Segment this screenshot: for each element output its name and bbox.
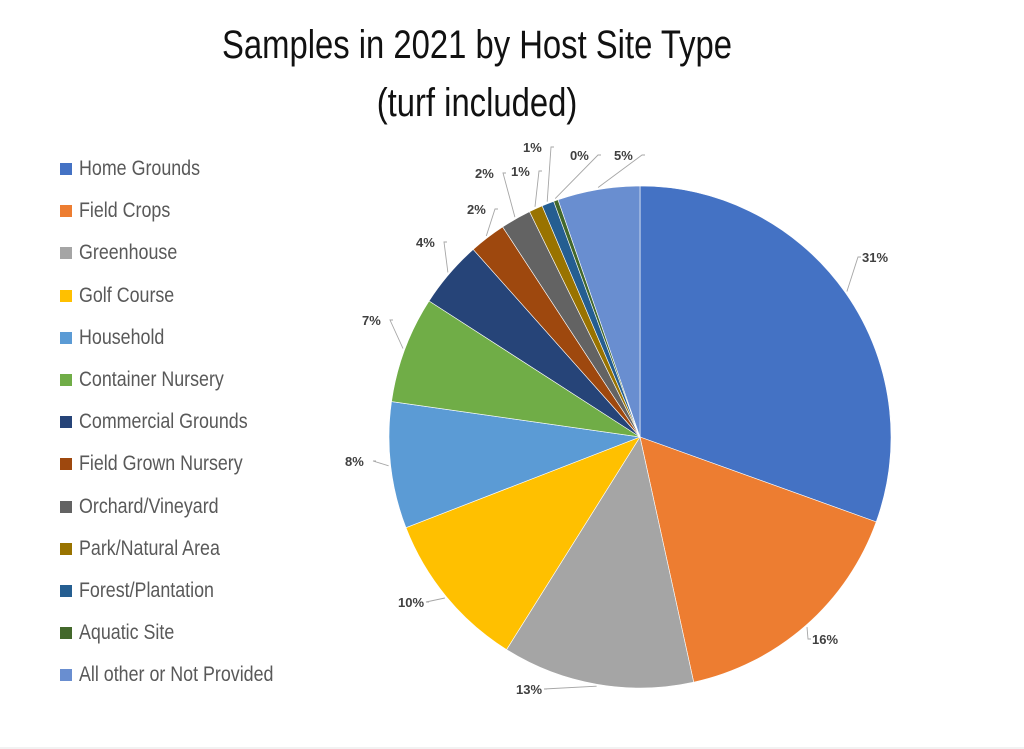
data-label-forest-plantation: 1%	[523, 140, 542, 155]
data-label-home-grounds: 31%	[862, 250, 888, 265]
data-label-aquatic-site: 0%	[570, 148, 589, 163]
leader-line	[806, 627, 811, 640]
data-label-orchard-vineyard: 2%	[475, 166, 494, 181]
leader-line	[543, 685, 597, 690]
data-label-greenhouse: 13%	[516, 682, 542, 697]
data-label-golf-course: 10%	[398, 595, 424, 610]
pie-chart: 31% 16% 13% 10% 8% 7% 4% 2% 2% 1% 1% 0% 5%	[345, 140, 892, 697]
pie-slices	[388, 185, 892, 689]
data-label-field-grown-nursery: 2%	[467, 202, 486, 217]
leader-line	[443, 241, 449, 273]
leader-line	[372, 460, 389, 467]
data-label-all-other-or-not-provided: 5%	[614, 148, 633, 163]
leader-line	[389, 319, 404, 349]
leader-line	[846, 256, 861, 292]
leader-line	[534, 170, 542, 207]
leader-line	[546, 146, 554, 202]
data-label-park-natural-area: 1%	[511, 164, 530, 179]
data-label-container-nursery: 7%	[362, 313, 381, 328]
leader-line	[502, 172, 516, 218]
data-label-commercial-grounds: 4%	[416, 235, 435, 250]
data-label-household: 8%	[345, 454, 364, 469]
leader-line	[425, 597, 445, 603]
data-label-field-crops: 16%	[812, 632, 838, 647]
